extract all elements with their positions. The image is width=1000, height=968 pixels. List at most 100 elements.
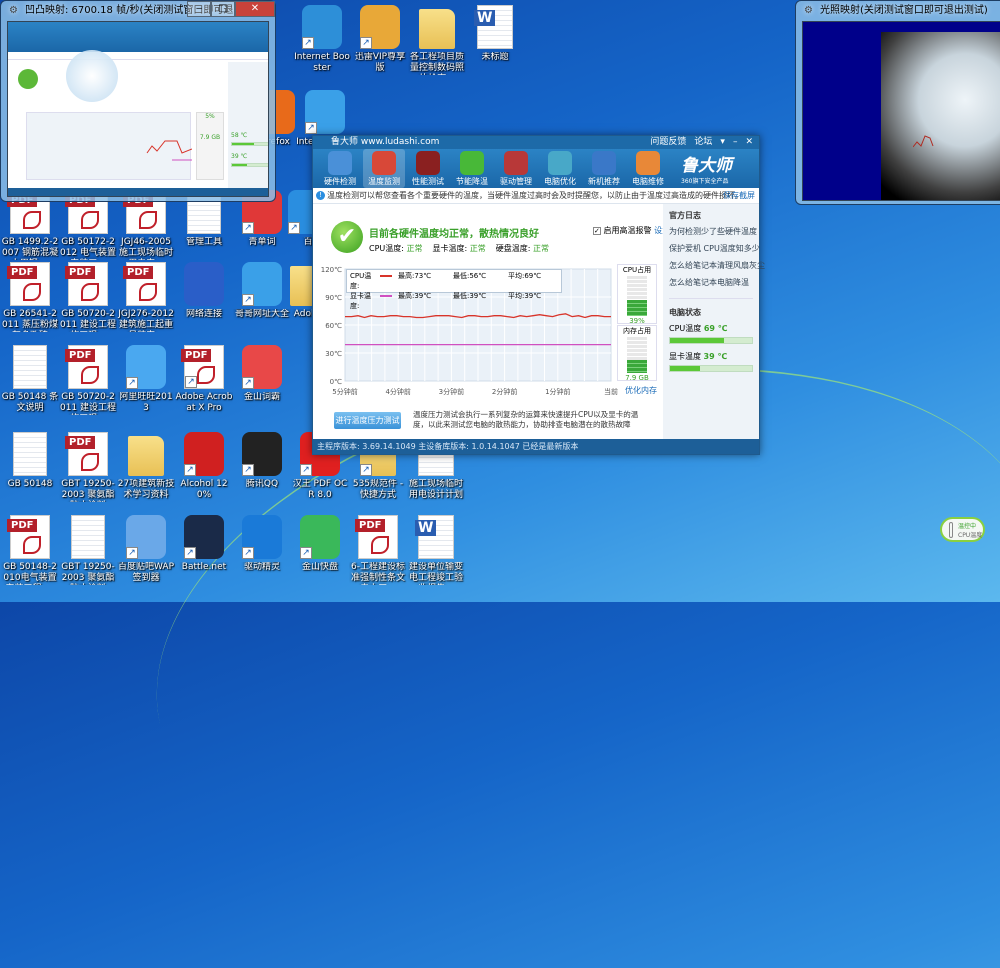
tab-2[interactable]: 温度监测 — [363, 149, 405, 188]
temperature-widget[interactable]: 温控中 CPU温度 — [940, 517, 985, 542]
pdf-icon — [355, 515, 398, 559]
alcohol-icon: ↗ — [184, 432, 224, 476]
tab-5[interactable]: 驱动管理 — [495, 149, 537, 188]
desktop-icon[interactable]: 网络连接 — [175, 262, 233, 320]
x-tick-label: 1分钟前 — [545, 387, 570, 396]
log-link[interactable]: 为何检测少了些硬件温度 — [669, 226, 757, 237]
cpu-temp-value: 58 ℃ — [231, 132, 248, 139]
desktop-icon[interactable]: ↗ 金山词霸 — [233, 345, 291, 403]
desktop-icon-label: 建设单位输变电工程竣工验收报告... — [408, 562, 463, 585]
minimize-button[interactable]: – — [733, 136, 738, 149]
pdf-icon — [123, 262, 166, 306]
light-render — [802, 21, 1000, 201]
alarm-label: 启用高温报警 — [603, 226, 652, 235]
desktop-icon-label: Alcohol 120% — [180, 479, 228, 500]
shortcut-arrow-icon: ↗ — [184, 464, 196, 476]
x-tick-label: 3分钟前 — [439, 387, 464, 396]
desktop-icon[interactable]: GB 26541-2011 蒸压粉煤灰多孔砖 — [1, 262, 59, 332]
desktop-icon[interactable]: ↗ 百度贴吧WAP签到器 — [117, 515, 175, 584]
mem-usage-value: 7.9 GB — [625, 374, 649, 382]
info-text: 温度检测可以帮您查看各个重要硬件的温度，当硬件温度过高时会及时提醒您，以防止由于… — [327, 191, 743, 200]
menu-icon[interactable]: ▾ — [720, 136, 725, 149]
main-toolbar: 鲁大师 360旗下安全产品 硬件检测 温度监测 性能测试 节能降温 驱动管理 电脑优化 新机推… — [313, 149, 759, 188]
desktop-icon-label: 汉王 PDF OCR 8.0 — [292, 479, 348, 500]
network-icon — [184, 262, 224, 306]
desktop-icon[interactable]: ↗ Internet Booster — [293, 5, 351, 74]
xunlei-icon: ↗ — [360, 5, 400, 49]
tab-8[interactable]: 电脑维修 — [627, 149, 669, 188]
desktop-icon[interactable]: 6-工程建设标准强制性条文 电力工... — [349, 515, 407, 585]
log-link[interactable]: 怎么给笔记本清理风扇灰尘 — [669, 260, 765, 271]
desktop-icon-label: 各工程项目质量控制数码照片检查... — [409, 52, 464, 75]
tab-4[interactable]: 节能降温 — [451, 149, 493, 188]
desktop-icon[interactable]: ↗ 金山快盘 — [291, 515, 349, 573]
log-link[interactable]: 怎么给笔记本电脑降温 — [669, 277, 753, 288]
desktop-icon-label: 27项建筑新技术学习资料 — [117, 479, 175, 500]
desktop-icon[interactable]: GBT 19250-2003 聚氨酯防水涂料 — [59, 432, 117, 502]
alarm-toggle[interactable]: ✓ 启用高温报警 设置 — [593, 225, 670, 236]
desktop-icon-label: GB 50720-2011 建设工程施工现... — [59, 392, 117, 415]
x-tick-label: 当前 — [604, 387, 618, 396]
tab-7[interactable]: 新机推荐 — [583, 149, 625, 188]
desktop-icon[interactable]: GB 50720-2011 建设工程施工现... — [59, 262, 117, 332]
desktop-icon[interactable]: JGJ276-2012建筑施工起重吊装安... — [117, 262, 175, 332]
desktop-icon[interactable]: ↗ 腾讯QQ — [233, 432, 291, 490]
desktop-icon[interactable]: ↗ Adobe Acrobat X Pro — [175, 345, 233, 414]
tab-icon — [592, 151, 616, 175]
legend-swatch — [380, 275, 392, 277]
desktop-icon-label: JGJ276-2012建筑施工起重吊装安... — [118, 309, 174, 332]
tab-icon — [636, 151, 660, 175]
y-tick-label: 120℃ — [321, 266, 342, 274]
tab-1[interactable]: 硬件检测 — [319, 149, 361, 188]
forum-link[interactable]: 论坛 — [694, 136, 712, 149]
desktop-icon[interactable]: ↗ 阿里旺旺2013 — [117, 345, 175, 414]
desktop-icon[interactable]: ↗ 迅雷VIP尊享版 — [351, 5, 409, 74]
desktop-icon-label: GB 50148 — [7, 479, 53, 489]
stress-test-button[interactable]: 进行温度压力测试 — [334, 412, 401, 429]
desktop-icon[interactable]: 27项建筑新技术学习资料 — [117, 432, 175, 501]
legend-row: 显卡温度: 最高:39℃ 最低:39℃ 平均:39℃ — [350, 291, 558, 311]
desktop-icon[interactable]: 未标题 — [466, 5, 524, 63]
desktop-icon[interactable]: 建设单位输变电工程竣工验收报告... — [407, 515, 465, 585]
shortcut-arrow-icon: ↗ — [300, 547, 312, 559]
desktop-icon-label: GB 50720-2011 建设工程施工现... — [59, 309, 117, 332]
alarm-checkbox[interactable]: ✓ — [593, 227, 601, 235]
pdf-icon — [7, 515, 50, 559]
desktop-icon[interactable]: GB 50148 — [1, 432, 59, 490]
close-button[interactable]: ✕ — [745, 136, 753, 149]
shortcut-arrow-icon: ↗ — [126, 377, 138, 389]
shortcut-arrow-icon: ↗ — [305, 122, 317, 134]
minimize-button[interactable]: ‒ — [187, 1, 211, 17]
desktop-icon[interactable]: ↗ Alcohol 120% — [175, 432, 233, 501]
cpu-usage-value: 5% — [205, 113, 215, 120]
tab-6[interactable]: 电脑优化 — [539, 149, 581, 188]
desktop-icon-label: Internet Booster — [294, 52, 350, 73]
desktop-icon[interactable]: 各工程项目质量控制数码照片检查... — [408, 5, 466, 75]
version-footer: 主程序版本: 3.69.14.1049 主设备库版本: 1.0.14.1047 … — [313, 439, 759, 454]
desktop-icon-label: 金山词霸 — [243, 392, 280, 402]
maximize-button[interactable]: □ — [211, 1, 235, 17]
desktop-icon[interactable]: GBT 19250-2003 聚氨酯防水涂料 — [59, 515, 117, 585]
log-link[interactable]: 保护爱机 CPU温度知多少 — [669, 243, 760, 254]
save-screenshot-button[interactable]: 保存截屏 — [723, 188, 755, 204]
text-file-icon — [13, 345, 47, 389]
close-button[interactable]: ✕ — [235, 1, 275, 17]
widget-label: CPU温度 — [958, 532, 983, 539]
feedback-link[interactable]: 问题反馈 — [650, 136, 686, 149]
desktop-icon[interactable]: GB 50148-2010电气装置安装工程_... — [1, 515, 59, 585]
tab-3[interactable]: 性能测试 — [407, 149, 449, 188]
cpu-temp-label: CPU温度 — [669, 324, 702, 333]
acrobat-icon: ↗ — [181, 345, 224, 389]
desktop-icon-label: 管理工具 — [185, 237, 222, 247]
word-doc-icon — [474, 5, 513, 49]
optimize-memory-link[interactable]: 优化内存 — [625, 385, 657, 396]
shortcut-arrow-icon: ↗ — [360, 37, 372, 49]
desktop-icon[interactable]: GB 50720-2011 建设工程施工现... — [59, 345, 117, 415]
tab-icon — [416, 151, 440, 175]
desktop-icon[interactable]: ↗ 驱动精灵 — [233, 515, 291, 573]
widget-status: 温控中 — [958, 523, 977, 530]
shortcut-arrow-icon: ↗ — [242, 377, 254, 389]
desktop-icon[interactable]: ↗ Battle.net — [175, 515, 233, 573]
folder-icon — [128, 436, 164, 476]
desktop-icon[interactable]: GB 50148 条文说明 — [1, 345, 59, 414]
